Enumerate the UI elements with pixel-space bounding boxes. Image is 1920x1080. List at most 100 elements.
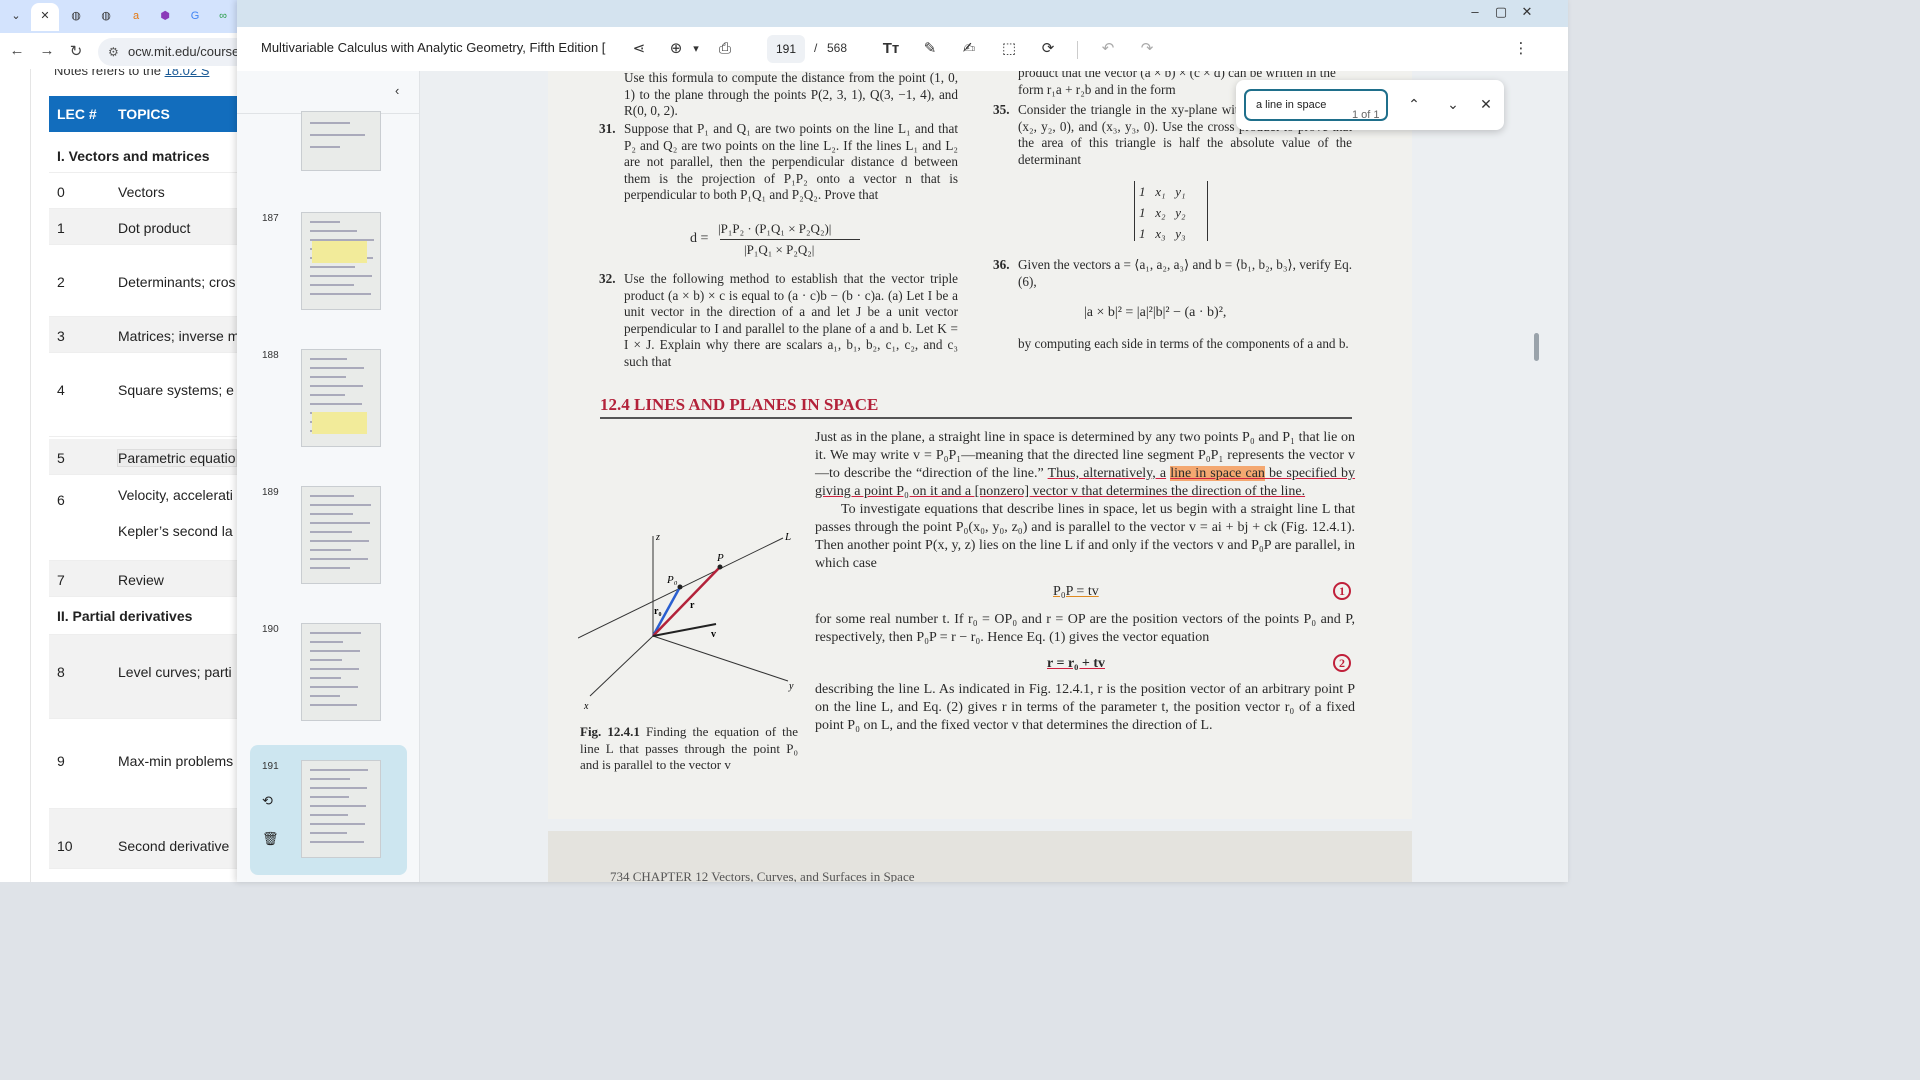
select-region-icon[interactable]: ⬚ <box>997 37 1021 61</box>
row-lec-number: 8 <box>57 664 65 680</box>
table-row: 7 Review <box>49 561 240 597</box>
toolbar-divider <box>1077 41 1078 59</box>
determinant-row: 1 x₂ y₂ <box>1139 205 1186 220</box>
ex36-end: by computing each side in terms of the c… <box>1018 336 1349 351</box>
tab-favicon-amazon[interactable]: a <box>128 8 144 24</box>
row-lec-number: 9 <box>57 753 65 769</box>
determinant-row: 1 x₁ y₁ <box>1139 184 1186 199</box>
thumbnail-page-number: 188 <box>262 350 279 361</box>
paragraph-1: Just as in the plane, a straight line in… <box>815 429 1355 501</box>
find-close-icon[interactable]: ✕ <box>1476 96 1496 113</box>
row-topic[interactable]: Determinants; cros <box>118 274 235 290</box>
delete-icon[interactable]: 🗑 <box>262 831 279 847</box>
para2-text: To investigate equations that describe l… <box>815 502 1355 571</box>
row-topic[interactable]: Vectors <box>118 184 165 200</box>
row-lec-number: 2 <box>57 274 65 290</box>
pdf-page-191: Use this formula to compute the distance… <box>548 71 1412 819</box>
equation-1-row: P₀P = tv 1 <box>815 573 1355 611</box>
equation-1: P₀P = tv <box>1053 584 1099 599</box>
minimize-icon[interactable]: – <box>1465 4 1485 19</box>
forward-icon[interactable]: → <box>38 42 56 59</box>
row-topic[interactable]: Level curves; parti <box>118 664 232 680</box>
tab-favicon-2[interactable]: ◍ <box>98 8 114 24</box>
text-icon[interactable]: Tт <box>879 37 903 61</box>
zoom-dropdown-icon[interactable]: ▾ <box>684 37 708 61</box>
find-count: 1 of 1 <box>1352 109 1380 121</box>
paragraph-4: describing the line L. As indicated in F… <box>815 681 1355 735</box>
table-section-row: I. Vectors and matrices <box>49 137 240 173</box>
thumbnail-page[interactable] <box>301 349 381 447</box>
exercise-31-num: 31. <box>599 121 616 136</box>
row-topic[interactable]: Square systems; e <box>118 382 234 398</box>
tab-favicon-3[interactable]: ⬢ <box>157 8 173 24</box>
draw-icon[interactable]: ✎ <box>918 37 942 61</box>
row-topic[interactable]: Parametric equatio <box>117 449 237 467</box>
exercise-32-num: 32. <box>599 271 616 286</box>
thumbnail-page-186[interactable] <box>301 111 381 171</box>
table-row: 6 Velocity, accelerati Kepler’s second la <box>49 480 240 561</box>
screenshot-icon[interactable]: ⟳ <box>1036 37 1060 61</box>
row-lec-number: 1 <box>57 220 65 236</box>
row-topic: II. Partial derivatives <box>57 608 193 624</box>
redo-icon[interactable]: ↷ <box>1135 37 1159 61</box>
page-number-input[interactable]: 191 <box>767 35 805 63</box>
collapse-sidebar-icon[interactable]: ‹ <box>395 83 399 98</box>
close-icon[interactable]: ✕ <box>37 8 53 24</box>
find-input[interactable]: a line in space 1 of 1 <box>1244 89 1388 121</box>
paragraph-3: for some real number t. If r₀ = OP₀ and … <box>815 611 1355 647</box>
exercise-36-num: 36. <box>993 257 1010 272</box>
tab-favicon-google[interactable]: G <box>187 8 203 24</box>
row-topic[interactable]: Dot product <box>118 220 190 236</box>
fig-label-y: y <box>788 681 794 692</box>
tab-search-icon[interactable]: ⌄ <box>8 8 24 24</box>
figure-caption-label: Fig. 12.4.1 <box>580 724 640 739</box>
scrollbar-thumb[interactable] <box>1534 333 1539 361</box>
row-topic-secondary[interactable]: Kepler’s second la <box>118 523 233 539</box>
viewer-toolbar: Multivariable Calculus with Analytic Geo… <box>237 27 1568 71</box>
table-row: 3 Matrices; inverse m <box>49 317 240 353</box>
figure-caption: Fig. 12.4.1 Finding the equation of the … <box>580 724 798 774</box>
equation-2: r = r₀ + tv <box>1047 656 1105 671</box>
row-topic[interactable]: Review <box>118 572 164 588</box>
equation-1-number: 1 <box>1333 582 1351 600</box>
row-topic[interactable]: Second derivative <box>118 838 229 854</box>
ocw-course-page: Notes refers to the 18.02 S LEC # TOPICS… <box>30 69 240 882</box>
thumbnail-page[interactable] <box>301 486 381 584</box>
table-row: 5 Parametric equatio <box>49 439 240 475</box>
undo-icon[interactable]: ↶ <box>1096 37 1120 61</box>
fig-label-P: P <box>716 552 724 564</box>
exercise-32: Use the following method to establish th… <box>624 271 958 369</box>
maximize-icon[interactable]: ▢ <box>1491 4 1511 20</box>
fig-label-L: L <box>784 531 791 543</box>
row-lec-number: 7 <box>57 572 65 588</box>
find-previous-icon[interactable]: ⌃ <box>1404 96 1424 113</box>
row-topic[interactable]: Matrices; inverse m <box>118 328 239 344</box>
tab-favicon-4[interactable]: ∞ <box>215 8 231 24</box>
back-icon[interactable]: ← <box>8 42 26 59</box>
row-topic[interactable]: Velocity, accelerati <box>118 487 233 503</box>
thumbnail-page[interactable] <box>301 760 381 858</box>
table-row: 8 Level curves; parti <box>49 635 240 719</box>
equation-2-number: 2 <box>1333 654 1351 672</box>
site-info-icon[interactable]: ⚙ <box>108 38 119 66</box>
section-heading: 12.4 LINES AND PLANES IN SPACE <box>600 395 879 414</box>
reload-icon[interactable]: ↻ <box>67 42 85 60</box>
notes-link[interactable]: 18.02 S <box>165 69 210 78</box>
notes-prefix: Notes refers to the <box>54 69 161 78</box>
find-next-icon[interactable]: ⌄ <box>1443 96 1463 113</box>
tab-favicon-1[interactable]: ◍ <box>68 8 84 24</box>
share-icon[interactable]: ⋖ <box>627 37 651 61</box>
figure-12-4-1: z L P P₀ r₀ r v x y <box>578 531 794 711</box>
print-icon[interactable]: ⎙ <box>713 37 737 61</box>
highlight-icon[interactable]: ✍ <box>957 37 981 61</box>
thumbnail-page-number: 189 <box>262 487 279 498</box>
thumbnail-page[interactable] <box>301 212 381 310</box>
table-row: 9 Max-min problems <box>49 719 240 809</box>
equation-2-row: r = r₀ + tv 2 <box>815 647 1355 681</box>
more-options-icon[interactable]: ⋮ <box>1509 37 1533 61</box>
ex31-formula-den: |P₁Q₁ × P₂Q₂| <box>744 242 815 257</box>
row-topic[interactable]: Max-min problems <box>118 753 233 769</box>
thumbnail-page[interactable] <box>301 623 381 721</box>
close-window-icon[interactable]: ✕ <box>1517 4 1537 20</box>
rotate-icon[interactable]: ⟲ <box>262 793 273 809</box>
